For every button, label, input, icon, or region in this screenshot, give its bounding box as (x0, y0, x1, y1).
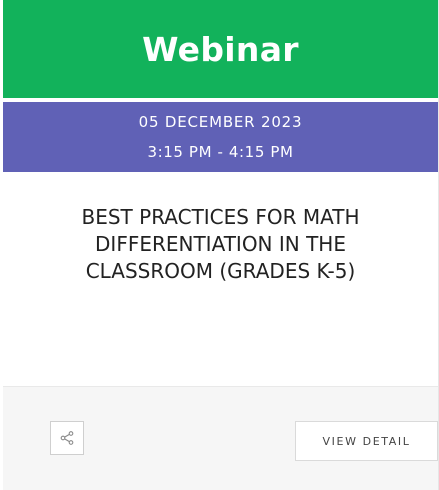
schedule-band: 05 DECEMBER 2023 3:15 PM - 4:15 PM (3, 102, 438, 172)
card-footer: VIEW DETAIL (3, 386, 438, 490)
webinar-card: Webinar 05 DECEMBER 2023 3:15 PM - 4:15 … (3, 0, 439, 490)
event-type-title: Webinar (142, 29, 299, 69)
share-button[interactable] (50, 421, 84, 455)
event-date: 05 DECEMBER 2023 (138, 113, 303, 131)
share-icon (59, 430, 75, 446)
view-detail-button[interactable]: VIEW DETAIL (295, 421, 438, 461)
event-title: BEST PRACTICES FOR MATH DIFFERENTIATION … (81, 205, 360, 283)
card-header: Webinar (3, 0, 438, 98)
event-title-area: BEST PRACTICES FOR MATH DIFFERENTIATION … (3, 172, 438, 388)
event-time: 3:15 PM - 4:15 PM (147, 143, 294, 161)
